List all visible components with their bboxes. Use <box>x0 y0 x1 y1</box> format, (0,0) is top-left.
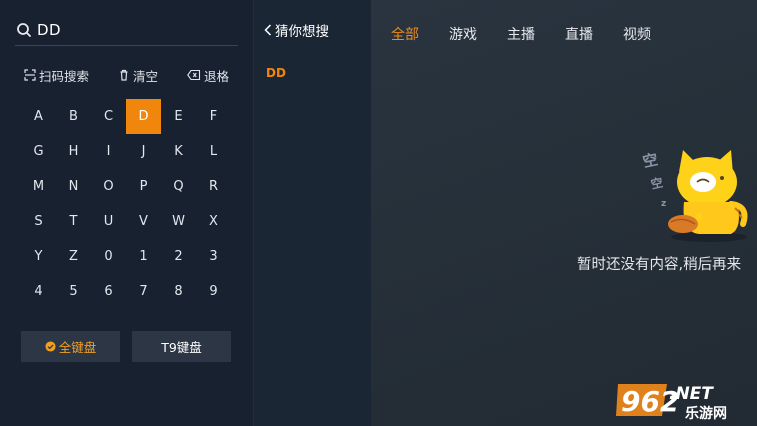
key-c[interactable]: C <box>91 99 126 134</box>
svg-text:空: 空 <box>641 150 659 171</box>
key-z[interactable]: Z <box>56 239 91 274</box>
key-grid: ABCDEF GHIJKL MNOPQR STUVWX YZ0123 456789 <box>21 99 231 309</box>
watermark-logo: 962 .NET 乐游网 <box>616 384 727 422</box>
key-4[interactable]: 4 <box>21 274 56 309</box>
scan-icon <box>24 69 36 81</box>
key-n[interactable]: N <box>56 169 91 204</box>
key-5[interactable]: 5 <box>56 274 91 309</box>
search-bar[interactable]: DD <box>15 14 238 46</box>
empty-state-message: 暂时还没有内容,稍后再来 <box>577 257 742 273</box>
svg-text:空: 空 <box>649 175 664 192</box>
key-p[interactable]: P <box>126 169 161 204</box>
results-panel: 全部 游戏 主播 直播 视频 空 空 z 暂时还没有内容,稍后再来 <box>371 0 757 426</box>
key-q[interactable]: Q <box>161 169 196 204</box>
key-1[interactable]: 1 <box>126 239 161 274</box>
keyboard-actions: 扫码搜索 清空 退格 <box>24 66 229 84</box>
clear-button[interactable]: 清空 <box>118 66 158 84</box>
t9-keyboard-button[interactable]: T9键盘 <box>132 331 231 362</box>
tab-3[interactable]: 直播 <box>565 24 593 44</box>
key-h[interactable]: H <box>56 134 91 169</box>
key-e[interactable]: E <box>161 99 196 134</box>
key-f[interactable]: F <box>196 99 231 134</box>
tab-0[interactable]: 全部 <box>391 24 419 44</box>
key-w[interactable]: W <box>161 204 196 239</box>
key-l[interactable]: L <box>196 134 231 169</box>
key-x[interactable]: X <box>196 204 231 239</box>
trash-icon <box>120 69 128 81</box>
watermark-suffix: .NET <box>669 384 714 404</box>
key-6[interactable]: 6 <box>91 274 126 309</box>
key-t[interactable]: T <box>56 204 91 239</box>
key-8[interactable]: 8 <box>161 274 196 309</box>
key-o[interactable]: O <box>91 169 126 204</box>
keyboard-panel: DD 扫码搜索 清空 退格 ABCDEF GHIJKL MNOPQR STUVWX YZ… <box>0 0 253 426</box>
suggest-item[interactable]: DD <box>266 66 286 80</box>
check-circle-icon <box>45 341 56 352</box>
key-9[interactable]: 9 <box>196 274 231 309</box>
key-y[interactable]: Y <box>21 239 56 274</box>
key-s[interactable]: S <box>21 204 56 239</box>
key-i[interactable]: I <box>91 134 126 169</box>
key-7[interactable]: 7 <box>126 274 161 309</box>
tab-2[interactable]: 主播 <box>507 24 535 44</box>
key-0[interactable]: 0 <box>91 239 126 274</box>
category-tabs: 全部 游戏 主播 直播 视频 <box>391 24 681 44</box>
suggest-title: 猜你想搜 <box>275 24 329 40</box>
scan-search-button[interactable]: 扫码搜索 <box>24 66 89 84</box>
key-m[interactable]: M <box>21 169 56 204</box>
key-g[interactable]: G <box>21 134 56 169</box>
search-query: DD <box>37 20 62 39</box>
full-keyboard-label: 全键盘 <box>58 340 97 355</box>
tab-1[interactable]: 游戏 <box>449 24 477 44</box>
mascot-illustration: 空 空 z <box>641 150 748 242</box>
tab-4[interactable]: 视频 <box>623 24 651 44</box>
key-3[interactable]: 3 <box>196 239 231 274</box>
svg-text:z: z <box>661 199 666 209</box>
suggest-header[interactable]: 猜你想搜 <box>264 20 329 40</box>
chevron-left-icon <box>264 24 272 36</box>
backspace-label: 退格 <box>203 68 229 84</box>
suggest-panel: 猜你想搜 DD <box>253 0 371 426</box>
key-b[interactable]: B <box>56 99 91 134</box>
key-a[interactable]: A <box>21 99 56 134</box>
search-icon <box>17 22 31 37</box>
key-r[interactable]: R <box>196 169 231 204</box>
t9-keyboard-label: T9键盘 <box>161 340 202 355</box>
key-j[interactable]: J <box>126 134 161 169</box>
key-d[interactable]: D <box>126 99 161 134</box>
watermark-site: 乐游网 <box>685 405 727 422</box>
key-v[interactable]: V <box>126 204 161 239</box>
clear-label: 清空 <box>132 68 158 84</box>
key-k[interactable]: K <box>161 134 196 169</box>
key-u[interactable]: U <box>91 204 126 239</box>
full-keyboard-button[interactable]: 全键盘 <box>21 331 120 362</box>
backspace-button[interactable]: 退格 <box>187 66 229 84</box>
backspace-icon <box>187 69 201 81</box>
key-2[interactable]: 2 <box>161 239 196 274</box>
scan-search-label: 扫码搜索 <box>39 68 90 84</box>
